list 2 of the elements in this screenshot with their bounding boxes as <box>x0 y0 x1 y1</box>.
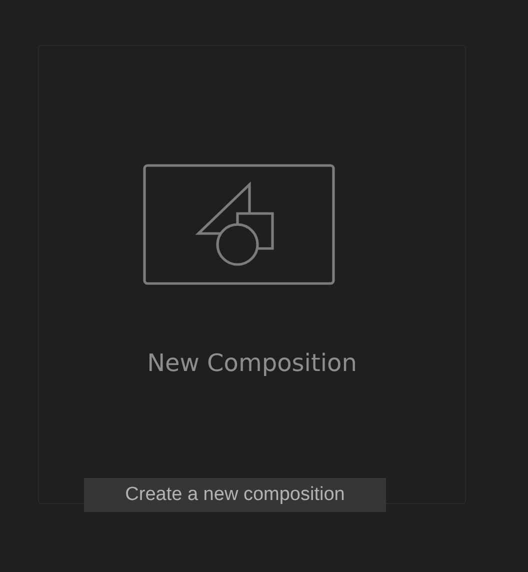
tooltip: Create a new composition <box>84 478 386 512</box>
shapes-icon <box>142 164 334 285</box>
